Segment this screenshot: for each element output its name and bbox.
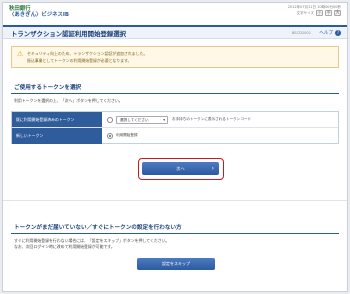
- existing-token-row: 既に利用開始登録済みのトークン 選択してください ▾ お手持ちのトークンに表示さ…: [12, 112, 338, 128]
- next-button-label: 次へ: [176, 166, 185, 171]
- help-link[interactable]: ヘルプ ?: [319, 29, 341, 36]
- bank-logo[interactable]: 秋田銀行 〈あきぎん〉ビジネスIB: [9, 6, 69, 19]
- warning-line-1: セキュリティ向上のため、トランザクション認証が追加されました。: [27, 51, 148, 56]
- token-select[interactable]: 選択してください ▾: [116, 115, 168, 124]
- new-token-row: 新しいトークン 利用開始登録: [12, 128, 338, 144]
- token-select-value: 選択してください: [120, 117, 149, 122]
- next-button[interactable]: 次へ ›: [142, 162, 219, 175]
- skip-desc-line-2: なお、次回ログイン時に改めて利用開始登録が可能です。: [14, 244, 115, 249]
- help-icon: ?: [335, 29, 341, 36]
- title-bar: トランザクション認証利用開始登録選択 BSCD2001 ヘルプ ?: [3, 25, 347, 39]
- existing-token-radio[interactable]: [107, 116, 113, 123]
- next-button-highlight: 次へ ›: [138, 158, 224, 180]
- page-frame: 秋田銀行 〈あきぎん〉ビジネスIB 2012年07月11日 10時00分00秒 …: [2, 2, 348, 292]
- skip-setup-button[interactable]: 設定をスキップ: [137, 258, 215, 270]
- new-token-radio[interactable]: [107, 132, 113, 139]
- chevron-right-icon: ›: [211, 165, 214, 172]
- section-divider: [3, 200, 347, 201]
- font-size-label: 文字サイズ: [296, 10, 314, 15]
- page-title: トランザクション認証利用開始登録選択: [11, 30, 127, 38]
- existing-token-label: 既に利用開始登録済みのトークン: [12, 112, 102, 127]
- warning-box: ⚠ セキュリティ向上のため、トランザクション認証が追加されました。 振込事業とし…: [11, 46, 339, 68]
- help-label: ヘルプ: [319, 30, 333, 36]
- warning-icon: ⚠: [17, 50, 24, 58]
- new-token-value: 利用開始登録: [116, 133, 138, 137]
- font-small-button[interactable]: 小: [316, 10, 323, 16]
- screen-id: BSCD2001: [291, 30, 311, 35]
- header: 秋田銀行 〈あきぎん〉ビジネスIB 2012年07月11日 10時00分00秒 …: [3, 3, 347, 25]
- token-form: 既に利用開始登録済みのトークン 選択してください ▾ お手持ちのトークンに表示さ…: [11, 111, 339, 144]
- header-meta: 2012年07月11日 10時00分00秒 文字サイズ 小 中 大: [288, 5, 341, 16]
- login-info: 2012年07月11日 10時00分00秒: [287, 5, 341, 9]
- chevron-down-icon: ▾: [163, 117, 165, 122]
- warning-text: セキュリティ向上のため、トランザクション認証が追加されました。 振込事業としてト…: [27, 50, 147, 64]
- token-section-description: 利用トークンを選択の上、「次へ」ボタンを押してください。: [14, 98, 123, 103]
- warning-line-2: 振込事業としてトークンの利用開始登録が必要となります。: [27, 58, 132, 63]
- token-section-title: ご使用するトークンを選択: [11, 83, 339, 94]
- service-name: 〈あきぎん〉ビジネスIB: [9, 12, 70, 19]
- skip-section-title: トークンがまだ届いていない／すぐにトークンの設定を行わない方: [11, 223, 339, 234]
- skip-section-description: すぐに利用開始登録を行わない場合には、「設定をスキップ」ボタンを押してください。…: [14, 238, 334, 250]
- font-medium-button[interactable]: 中: [325, 10, 332, 16]
- new-token-label: 新しいトークン: [12, 128, 102, 144]
- token-code-hint: お手持ちのトークンに表示されるトークンコード: [172, 117, 252, 121]
- font-large-button[interactable]: 大: [334, 10, 341, 16]
- font-size-controls: 文字サイズ 小 中 大: [288, 10, 341, 16]
